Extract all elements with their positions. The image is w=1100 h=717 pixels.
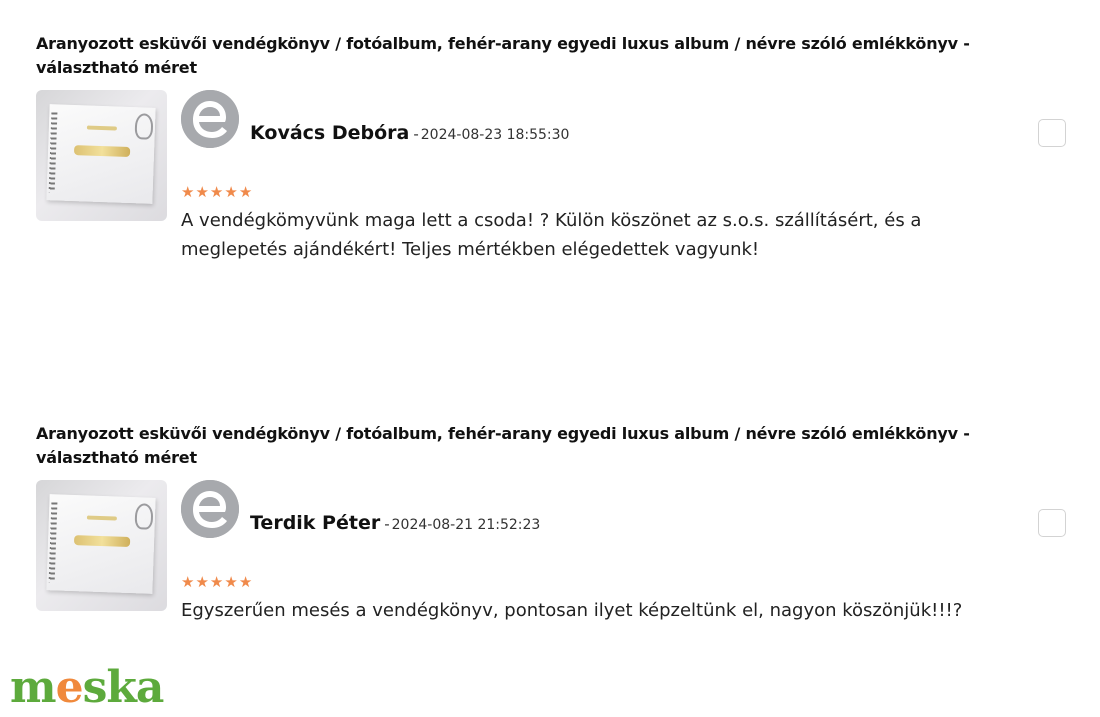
- review-text: Egyszerűen mesés a vendégkönyv, pontosan…: [181, 600, 963, 621]
- star-icon: ★: [238, 573, 253, 591]
- star-icon: ★: [224, 573, 238, 591]
- reviewer-line: Terdik Péter -2024-08-21 21:52:23: [250, 510, 540, 538]
- product-thumbnail[interactable]: [36, 480, 167, 611]
- star-icon: ★: [209, 183, 224, 201]
- review-date: 2024-08-21 21:52:23: [391, 517, 541, 533]
- star-icon: ★: [224, 183, 238, 201]
- default-avatar-icon: [181, 90, 239, 148]
- reviewer-name: Kovács Debóra: [250, 122, 410, 144]
- review-text: A vendégkömyvünk maga lett a csoda! ? Kü…: [181, 210, 922, 260]
- album-image: [46, 494, 156, 594]
- meska-logo[interactable]: meska: [10, 662, 165, 714]
- review-date: 2024-08-23 18:55:30: [420, 127, 570, 143]
- product-thumbnail[interactable]: [36, 90, 167, 221]
- default-avatar-icon: [181, 480, 239, 538]
- logo-part-ska: ska: [82, 662, 165, 713]
- review-card: Aranyozott esküvői vendégkönyv / fotóalb…: [36, 32, 1070, 260]
- star-icon: ★: [195, 573, 209, 591]
- star-icon: ★: [209, 573, 224, 591]
- review-card: Aranyozott esküvői vendégkönyv / fotóalb…: [36, 422, 1070, 621]
- product-title-link[interactable]: Aranyozott esküvői vendégkönyv / fotóalb…: [36, 32, 996, 80]
- reviewer-line: Kovács Debóra -2024-08-23 18:55:30: [250, 120, 569, 148]
- separator: -: [413, 125, 419, 143]
- product-title-link[interactable]: Aranyozott esküvői vendégkönyv / fotóalb…: [36, 422, 996, 470]
- star-icon: ★: [195, 183, 209, 201]
- album-image: [46, 104, 156, 204]
- rating-stars: ★ ★ ★ ★ ★: [181, 574, 252, 590]
- select-checkbox[interactable]: [1038, 509, 1066, 537]
- reviewer-name: Terdik Péter: [250, 512, 381, 534]
- star-icon: ★: [181, 573, 195, 591]
- logo-part-e: e: [55, 662, 84, 713]
- star-icon: ★: [238, 183, 253, 201]
- rating-stars: ★ ★ ★ ★ ★: [181, 184, 252, 200]
- star-icon: ★: [181, 183, 195, 201]
- select-checkbox[interactable]: [1038, 119, 1066, 147]
- separator: -: [384, 515, 390, 533]
- logo-part-m: m: [10, 662, 57, 713]
